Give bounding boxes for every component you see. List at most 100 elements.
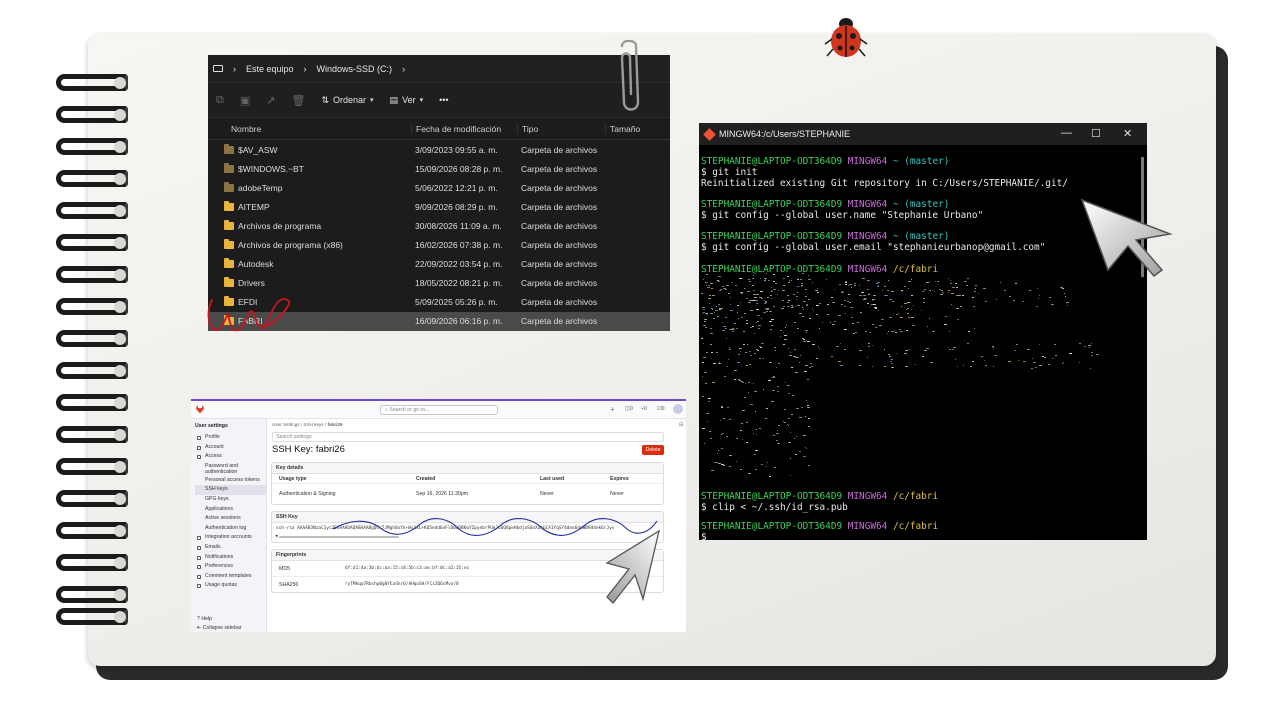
cursor-arrow-icon bbox=[1080, 198, 1173, 278]
sidebar-item-usage-quotas[interactable]: Usage quotas bbox=[195, 581, 266, 591]
file-type: Carpeta de archivos bbox=[521, 182, 598, 193]
value-expires: Never bbox=[610, 491, 624, 497]
trash-icon[interactable]: 🗑 bbox=[291, 94, 305, 107]
file-date: 18/05/2022 08:21 p. m. bbox=[415, 278, 503, 289]
fingerprint-value[interactable]: 6f:d1:4a:3b:6c:aa:15:c8:5b:c3:ae:bf:0c:a… bbox=[345, 566, 469, 571]
file-name: Drivers bbox=[208, 277, 411, 288]
column-last-used: Last used bbox=[540, 476, 565, 482]
paste-icon[interactable]: ▣ bbox=[240, 94, 250, 107]
terminal-prompt-line: STEPHANIE@LAPTOP-ODT364D9 MINGW64 /c/fab… bbox=[701, 521, 939, 532]
file-type: Carpeta de archivos bbox=[521, 144, 598, 155]
address-bar[interactable]: › Este equipo › Windows-SSD (C:) › bbox=[208, 55, 670, 83]
folder-icon bbox=[224, 143, 234, 154]
sidebar-item-emails[interactable]: Emails bbox=[195, 543, 266, 553]
fingerprint-label: SHA256 bbox=[279, 582, 299, 588]
copy-icon[interactable]: ⧉ bbox=[216, 94, 224, 107]
file-name: Autodesk bbox=[208, 258, 411, 269]
terminal-command-line: $ bbox=[701, 532, 707, 540]
more-options-button[interactable]: ••• bbox=[439, 95, 448, 105]
sidebar-item-preferences[interactable]: Preferences bbox=[195, 562, 266, 572]
breadcrumb-user-settings[interactable]: User Settings bbox=[272, 422, 300, 427]
file-row[interactable]: AITEMP 9/09/2026 08:29 p. m. Carpeta de ar… bbox=[208, 197, 670, 216]
file-type: Carpeta de archivos bbox=[521, 259, 598, 270]
breadcrumb-ssh-keys[interactable]: SSH keys bbox=[303, 422, 323, 427]
cursor-arrow-icon bbox=[605, 529, 660, 604]
sidebar-item-authentication-log[interactable]: Authentication log bbox=[195, 524, 266, 534]
create-new-button[interactable]: ＋ bbox=[610, 406, 615, 413]
sidebar-item-account[interactable]: Account bbox=[195, 443, 266, 453]
sidebar-item-ssh-keys[interactable]: SSH keys bbox=[195, 485, 266, 495]
todos-counter[interactable]: ☑0 bbox=[657, 406, 665, 412]
terminal-prompt-line: STEPHANIE@LAPTOP-ODT364D9 MINGW64 /c/fab… bbox=[701, 264, 939, 275]
folder-icon bbox=[224, 181, 234, 192]
column-header-size[interactable]: Tamaño bbox=[605, 123, 665, 134]
file-row[interactable]: Archivos de programa (x86) 16/02/2026 07:… bbox=[208, 235, 670, 254]
spiral-ring bbox=[56, 168, 130, 190]
delete-button[interactable]: Delete bbox=[642, 445, 664, 455]
column-header-type[interactable]: Tipo bbox=[517, 123, 605, 134]
spiral-ring bbox=[56, 104, 130, 126]
file-name: $AV_ASW bbox=[208, 143, 411, 155]
menu-item-icon bbox=[197, 555, 201, 560]
sidebar-item-comment-templates[interactable]: Comment templates bbox=[195, 572, 266, 582]
chevron-right-icon: › bbox=[402, 63, 406, 74]
minimize-icon[interactable]: — bbox=[1061, 127, 1072, 139]
gitlab-search-input[interactable]: ⌕ Search or go to... bbox=[380, 405, 498, 415]
help-link[interactable]: ? Help bbox=[197, 616, 212, 622]
sidebar-item-profile[interactable]: Profile bbox=[195, 433, 266, 443]
view-button[interactable]: ▤ Ver ▾ bbox=[390, 95, 424, 106]
column-header-date[interactable]: Fecha de modificación bbox=[411, 123, 517, 134]
sidebar-toggle-icon[interactable]: ⊟ bbox=[679, 422, 683, 428]
sort-button[interactable]: ⇅ Ordenar ▾ bbox=[321, 95, 373, 106]
share-icon[interactable]: ↗ bbox=[266, 94, 275, 107]
file-row[interactable]: $AV_ASW 3/09/2023 09:55 a. m. Carpeta de a… bbox=[208, 140, 670, 159]
breadcrumb-este-equipo[interactable]: Este equipo bbox=[246, 64, 294, 74]
file-row[interactable]: Drivers 18/05/2022 08:21 p. m. Carpeta de … bbox=[208, 274, 670, 293]
spiral-ring bbox=[56, 360, 130, 382]
sidebar-item-personal-access-tokens[interactable]: Personal access tokens bbox=[195, 476, 266, 486]
key-details-columns: Usage type Created Last used Expires bbox=[272, 474, 663, 484]
collapse-sidebar-button[interactable]: ⇤ Collapse sidebar bbox=[197, 625, 241, 631]
file-row[interactable]: Autodesk 22/09/2022 03:54 p. m. Carpeta de… bbox=[208, 255, 670, 274]
folder-icon bbox=[224, 162, 234, 173]
spiral-ring bbox=[56, 520, 130, 542]
issues-counter[interactable]: ◫0 bbox=[625, 406, 633, 412]
file-name: adobeTemp bbox=[208, 181, 411, 193]
chevron-right-icon: › bbox=[233, 63, 236, 74]
fingerprint-value[interactable]: ryTMkqa7Rbshp0g0YEuShr0/AHqoSH/FCsZQ6cMv… bbox=[345, 582, 459, 587]
file-type: Carpeta de archivos bbox=[521, 201, 598, 212]
file-row[interactable]: $WINDOWS.~BT 15/09/2026 08:28 p. m. Carpet… bbox=[208, 159, 670, 178]
sidebar-item-notifications[interactable]: Notifications bbox=[195, 553, 266, 563]
file-name: Archivos de programa (x86) bbox=[208, 239, 411, 250]
sidebar-item-integration-accounts[interactable]: Integration accounts bbox=[195, 533, 266, 543]
merge-requests-counter[interactable]: ⑂0 bbox=[641, 406, 647, 412]
column-usage-type: Usage type bbox=[279, 476, 307, 482]
file-row[interactable]: adobeTemp 5/06/2022 12:21 p. m. Carpeta de… bbox=[208, 178, 670, 197]
column-header-name[interactable]: Nombre bbox=[208, 124, 411, 134]
spiral-ring bbox=[56, 328, 130, 350]
gitlab-ssh-key-page: ⌕ Search or go to... ＋ ◫0 ⑂0 ☑0 User set… bbox=[191, 399, 686, 632]
sidebar-item-active-sessions[interactable]: Active sessions bbox=[195, 514, 266, 524]
menu-item-icon bbox=[197, 574, 201, 579]
maximize-icon[interactable]: ☐ bbox=[1091, 127, 1101, 140]
view-label: Ver bbox=[402, 95, 416, 105]
folder-icon bbox=[224, 258, 234, 269]
sidebar-item-gpg-keys[interactable]: GPG keys bbox=[195, 495, 266, 505]
sidebar-item-applications[interactable]: Applications bbox=[195, 505, 266, 515]
file-type: Carpeta de archivos bbox=[521, 220, 598, 231]
gitlab-logo-icon[interactable] bbox=[195, 404, 205, 414]
sidebar-item-access[interactable]: Access bbox=[195, 452, 266, 462]
file-type: Carpeta de archivos bbox=[521, 278, 598, 289]
menu-item-icon bbox=[197, 455, 201, 460]
git-logo-icon bbox=[703, 127, 716, 141]
sidebar-item-password-and-authentication[interactable]: Password and authentication bbox=[195, 462, 266, 476]
breadcrumb-windows-ssd[interactable]: Windows-SSD (C:) bbox=[317, 64, 393, 74]
search-settings-input[interactable]: Search settings bbox=[272, 432, 664, 442]
avatar[interactable] bbox=[673, 404, 683, 414]
spiral-ring bbox=[56, 72, 130, 94]
spiral-ring bbox=[56, 606, 130, 628]
computer-icon bbox=[213, 65, 223, 72]
scroll-left-icon[interactable]: ◂ bbox=[275, 533, 278, 539]
file-row[interactable]: Archivos de programa 30/08/2026 11:09 a. … bbox=[208, 216, 670, 235]
close-icon[interactable]: ✕ bbox=[1123, 127, 1132, 140]
